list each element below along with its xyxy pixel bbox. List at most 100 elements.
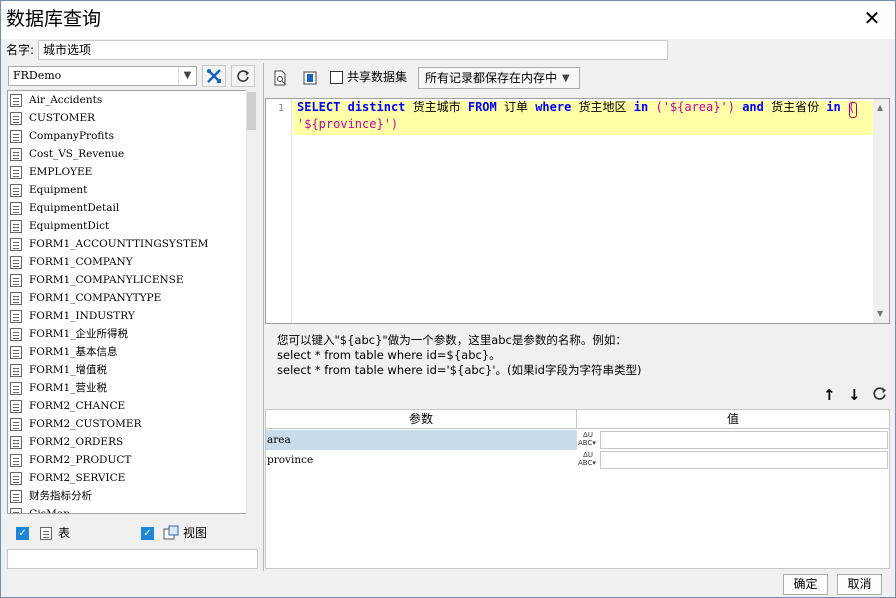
table-list-item[interactable]: Equipment [10,181,87,199]
scroll-up-icon[interactable]: ▲ [877,103,883,112]
table-name: 财务指标分析 [29,490,92,502]
storage-mode-select[interactable]: 所有记录都保存在内存中 ▼ [418,67,580,89]
connection-settings-button[interactable] [202,65,226,87]
scroll-thumb[interactable] [247,92,256,130]
editor-scrollbar[interactable]: ▲ ▼ [873,99,889,323]
views-checkbox-label: 视图 [183,526,208,540]
table-icon [10,165,22,179]
param-column-header: 参数 [266,410,577,429]
views-checkbox[interactable]: ✓ [141,527,154,540]
table-name: FORM1_营业税 [29,382,107,394]
move-up-icon[interactable]: ↑ [823,386,836,404]
tables-checkbox-label: 表 [58,526,71,540]
share-dataset-label: 共享数据集 [347,70,408,84]
table-list-item[interactable]: FORM2_CHANCE [10,397,125,415]
ok-button[interactable]: 确定 [783,574,828,595]
table-name: FORM2_SERVICE [29,472,126,484]
share-dataset-checkbox[interactable] [330,71,343,84]
preview-button[interactable] [269,67,291,89]
table-icon [10,453,22,467]
chevron-down-icon[interactable]: ▼ [178,67,196,85]
table-name: EMPLOYEE [29,166,93,178]
scroll-down-icon[interactable]: ▼ [877,309,883,318]
table-icon [10,417,22,431]
table-list-item[interactable]: Cost_VS_Revenue [10,145,124,163]
table-list-item[interactable]: FORM1_COMPANYLICENSE [10,271,184,289]
line-number-gutter [266,99,292,323]
table-icon [10,93,22,107]
table-icon [10,471,22,485]
table-icon [10,327,22,341]
table-list-item[interactable]: GisMap [10,505,70,514]
splitter[interactable] [263,63,264,571]
table-list-item[interactable]: FORM2_SERVICE [10,469,125,487]
table-list-item[interactable]: FORM2_ORDERS [10,433,123,451]
value-column-header: 值 [577,410,889,429]
datasource-select[interactable]: FRDemo ▼ [8,66,197,86]
refresh-params-icon[interactable] [872,386,887,404]
table-list-item[interactable]: 财务指标分析 [10,487,92,505]
help-line-1: 您可以键入"${abc}"做为一个参数，这里abc是参数的名称。例如： [277,333,627,347]
table-search-field[interactable] [7,549,258,569]
sql-token: and [742,100,764,114]
table-name: FORM1_COMPANY [29,256,133,268]
parameter-name: area [266,430,577,450]
move-down-icon[interactable]: ↓ [848,386,861,404]
parameter-icon [303,71,317,85]
table-list-item[interactable]: FORM2_PRODUCT [10,451,131,469]
sql-token: in [826,100,841,114]
table-list-item[interactable]: FORM2_CUSTOMER [10,415,142,433]
cancel-button[interactable]: 取消 [837,574,882,595]
table-list-item[interactable]: CUSTOMER [10,109,95,127]
sql-line-2: '${province}') [297,116,398,133]
table-list-item[interactable]: EquipmentDetail [10,199,119,217]
tools-icon [207,69,221,83]
string-type-icon[interactable]: ΔU ABC▾ [578,431,598,449]
parameter-value-input[interactable] [600,431,888,449]
table-list-scrollbar[interactable] [246,90,258,514]
table-name: FORM2_CUSTOMER [29,418,142,430]
table-name: GisMap [29,508,70,514]
table-list-item[interactable]: FORM1_INDUSTRY [10,307,135,325]
table-list-item[interactable]: FORM1_企业所得税 [10,325,128,343]
parameter-value-input[interactable] [600,451,888,469]
close-icon[interactable]: ✕ [857,5,887,33]
refresh-icon [237,70,250,82]
table-name: EquipmentDetail [29,202,120,214]
parameter-table: 参数 值 area ΔU ABC▾ province ΔU ABC▾ [265,409,890,569]
table-list-item[interactable]: EquipmentDict [10,217,109,235]
parameter-button[interactable] [299,67,321,89]
table-list[interactable]: Air_Accidents CUSTOMER CompanyProfits Cost_… [7,90,258,514]
parameter-row[interactable]: area ΔU ABC▾ [266,430,889,450]
table-name: EquipmentDict [29,220,110,232]
refresh-datasource-button[interactable] [231,65,255,87]
table-list-item[interactable]: FORM1_基本信息 [10,343,117,361]
table-icon [10,291,22,305]
table-list-item[interactable]: FORM1_ACCOUNTTINGSYSTEM [10,235,208,253]
table-list-item[interactable]: FORM1_COMPANY [10,253,133,271]
tables-checkbox[interactable]: ✓ [16,527,29,540]
string-type-icon[interactable]: ΔU ABC▾ [578,451,598,469]
table-list-item[interactable]: FORM1_增值税 [10,361,107,379]
sql-token: in [633,100,649,114]
sql-editor[interactable]: 1 SELECT distinct 货主城市 FROM 订单 where 货主地… [265,98,890,324]
table-icon [10,309,22,323]
table-name: Cost_VS_Revenue [29,148,125,160]
table-list-item[interactable]: CompanyProfits [10,127,114,145]
text-cursor [849,102,857,118]
help-line-3: select * from table where id='${abc}'。(如… [277,363,642,377]
name-label: 名字: [6,43,35,57]
table-list-item[interactable]: FORM1_营业税 [10,379,107,397]
table-list-item[interactable]: Air_Accidents [10,91,102,109]
table-icon [10,111,22,125]
table-icon [10,147,22,161]
table-list-item[interactable]: FORM1_COMPANYTYPE [10,289,161,307]
sql-token: 货主地区 [571,100,634,114]
parameter-row[interactable]: province ΔU ABC▾ [266,450,889,470]
name-input[interactable]: 城市选项 [38,40,668,60]
table-icon [10,219,22,233]
table-icon [10,129,22,143]
table-list-item[interactable]: EMPLOYEE [10,163,92,181]
table-name: FORM1_INDUSTRY [29,310,135,322]
storage-mode-value: 所有记录都保存在内存中 [425,71,558,85]
